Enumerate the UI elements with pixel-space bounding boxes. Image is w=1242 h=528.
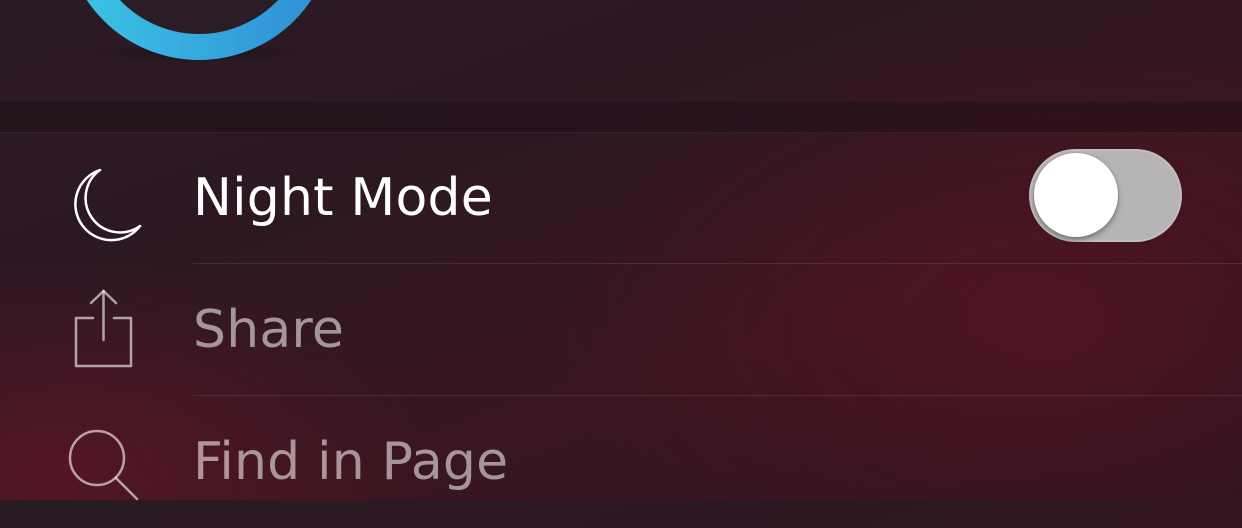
night-mode-toggle[interactable]: [1029, 149, 1182, 242]
night-mode-label: Night Mode: [193, 168, 493, 228]
section-separator: [0, 102, 1242, 133]
menu-item-night-mode[interactable]: Night Mode: [0, 132, 1242, 264]
share-icon: [60, 286, 150, 376]
profile-header: [0, 0, 1242, 102]
search-icon: [60, 422, 150, 512]
menu-item-find-in-page[interactable]: Find in Page: [0, 396, 1242, 528]
share-label: Share: [193, 300, 345, 360]
menu-item-share[interactable]: Share: [0, 264, 1242, 396]
moon-icon: [60, 156, 150, 246]
toggle-knob[interactable]: [1034, 153, 1118, 237]
profile-ring-icon[interactable]: [62, 0, 336, 62]
find-in-page-label: Find in Page: [193, 432, 509, 492]
